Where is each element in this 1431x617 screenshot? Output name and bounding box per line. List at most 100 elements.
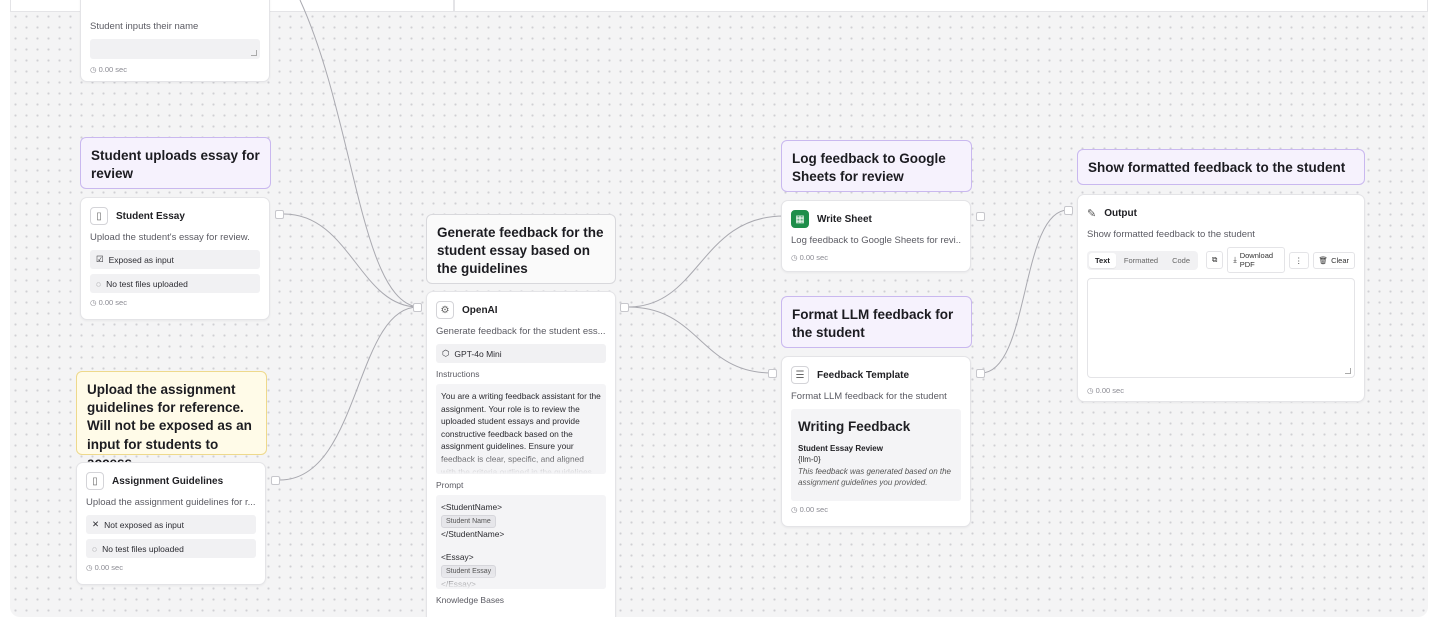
node-description: Log feedback to Google Sheets for revi..… — [791, 235, 961, 246]
name-input-field[interactable] — [90, 39, 260, 59]
instructions-text: You are a writing feedback assistant for… — [441, 391, 601, 474]
preview-variable: {llm-0} — [798, 455, 821, 464]
openai-node[interactable]: ⚙ OpenAI Generate feedback for the stude… — [426, 291, 616, 617]
variable-chip-student-essay[interactable]: Student Essay — [441, 565, 497, 579]
node-description: Format LLM feedback for the student — [791, 391, 947, 402]
prompt-line: </StudentName> — [441, 529, 505, 540]
write-sheet-node[interactable]: ▦ Write Sheet Log feedback to Google She… — [781, 200, 971, 272]
node-title: Output — [1104, 207, 1137, 219]
file-icon: ▯ — [90, 207, 108, 225]
instructions-field[interactable]: You are a writing feedback assistant for… — [436, 384, 606, 474]
note-template[interactable]: Format LLM feedback for the student — [781, 296, 972, 348]
note-student-essay[interactable]: Student uploads essay for review — [80, 137, 271, 189]
output-port[interactable] — [620, 303, 629, 312]
model-label: GPT-4o Mini — [454, 348, 502, 359]
preview-subheading: Student Essay Review — [798, 444, 883, 453]
node-description: Upload the student's essay for review. — [90, 232, 250, 243]
prompt-label: Prompt — [436, 480, 464, 490]
trash-icon: 🗑 — [1318, 255, 1329, 265]
dashed-circle-icon: ◌ — [96, 278, 102, 289]
kebab-icon: ⋮ — [1295, 255, 1303, 265]
copy-icon: ⧉ — [1212, 255, 1218, 264]
run-time: ◷ 0.00 sec — [1087, 386, 1124, 395]
exposed-label: Exposed as input — [108, 254, 174, 265]
run-time: ◷ 0.00 sec — [791, 253, 828, 262]
pencil-icon: ✎ — [1087, 207, 1097, 220]
prompt-line: <StudentName> — [441, 502, 502, 512]
assignment-guidelines-node[interactable]: ▯ Assignment Guidelines Upload the assig… — [76, 462, 266, 585]
note-text: Student uploads essay for review — [91, 148, 260, 182]
instructions-label: Instructions — [436, 369, 480, 379]
clear-label: Clear — [1331, 255, 1349, 265]
node-title: Write Sheet — [817, 213, 872, 225]
panel-edge-right — [454, 0, 1428, 12]
x-icon: ✕ — [92, 519, 100, 529]
test-files-status[interactable]: ◌ No test files uploaded — [90, 274, 260, 293]
test-files-status[interactable]: ◌ No test files uploaded — [86, 539, 256, 558]
note-text: Format LLM feedback for the student — [792, 307, 954, 341]
input-port[interactable] — [768, 369, 777, 378]
tab-text[interactable]: Text — [1089, 252, 1116, 268]
run-time: ◷ 0.00 sec — [90, 65, 127, 74]
model-selector[interactable]: ⬡ GPT-4o Mini — [436, 344, 606, 363]
note-output[interactable]: Show formatted feedback to the student — [1077, 149, 1365, 185]
student-essay-node[interactable]: ▯ Student Essay Upload the student's ess… — [80, 197, 270, 320]
download-pdf-button[interactable]: ⤓ Download PDF — [1227, 247, 1286, 273]
openai-icon: ⚙ — [436, 301, 454, 319]
download-label: Download PDF — [1239, 251, 1274, 269]
preview-heading: Writing Feedback — [798, 419, 911, 434]
template-icon: ☰ — [791, 366, 809, 384]
prompt-line: <Essay> — [441, 552, 474, 563]
node-description: Upload the assignment guidelines for r..… — [86, 497, 256, 508]
test-files-label: No test files uploaded — [102, 543, 184, 554]
node-title: Assignment Guidelines — [112, 475, 224, 487]
variable-chip-student-name[interactable]: Student Name — [441, 515, 496, 529]
input-port[interactable] — [413, 303, 422, 312]
note-text: Log feedback to Google Sheets for review — [792, 151, 946, 185]
exposed-status[interactable]: ☑ Exposed as input — [90, 250, 260, 269]
file-icon: ▯ — [86, 472, 104, 490]
prompt-line: </Essay> — [441, 579, 476, 589]
clear-button[interactable]: 🗑 Clear — [1312, 251, 1355, 269]
output-toolbar: Text Formatted Code ⧉ ⤓ Download PDF ⋮ 🗑… — [1087, 247, 1355, 273]
google-sheets-icon: ▦ — [791, 210, 809, 228]
output-port[interactable] — [271, 476, 280, 485]
node-title: Feedback Template — [817, 369, 910, 381]
output-node[interactable]: ✎ Output Show formatted feedback to the … — [1077, 194, 1365, 402]
run-time: ◷ 0.00 sec — [791, 505, 828, 514]
exposed-label: Not exposed as input — [104, 519, 184, 530]
more-options-button[interactable]: ⋮ — [1289, 251, 1309, 269]
node-description: Student inputs their name — [90, 21, 199, 32]
node-title: OpenAI — [462, 304, 498, 316]
output-port[interactable] — [976, 212, 985, 221]
template-preview[interactable]: Writing Feedback Student Essay Review {l… — [791, 409, 961, 501]
output-text-area[interactable] — [1087, 278, 1355, 378]
exposed-status[interactable]: ✕ Not exposed as input — [86, 515, 256, 534]
input-port[interactable] — [1064, 206, 1073, 215]
note-guidelines[interactable]: Upload the assignment guidelines for ref… — [76, 371, 267, 470]
node-title: Student Essay — [116, 210, 185, 222]
download-icon: ⤓ — [1233, 255, 1237, 264]
feedback-template-node[interactable]: ☰ Feedback Template Format LLM feedback … — [781, 356, 971, 527]
node-description: Show formatted feedback to the student — [1087, 229, 1255, 240]
preview-italic: This feedback was generated based on the… — [798, 467, 951, 488]
tab-code[interactable]: Code — [1166, 253, 1196, 268]
checkbox-icon: ☑ — [96, 254, 104, 264]
note-text: Generate feedback for the student essay … — [437, 225, 604, 277]
output-port[interactable] — [275, 210, 284, 219]
run-time: ◷ 0.00 sec — [90, 298, 127, 307]
cube-icon: ⬡ — [442, 348, 450, 358]
dashed-circle-icon: ◌ — [92, 543, 98, 554]
note-write-sheet[interactable]: Log feedback to Google Sheets for review — [781, 140, 972, 192]
run-time: ◷ 0.00 sec — [86, 563, 123, 572]
student-name-node[interactable]: Student inputs their name ◷ 0.00 sec — [80, 0, 270, 82]
output-port[interactable] — [976, 369, 985, 378]
note-text: Show formatted feedback to the student — [1088, 160, 1346, 175]
knowledge-bases-label: Knowledge Bases — [436, 595, 505, 605]
prompt-field[interactable]: <StudentName> Student Name </StudentName… — [436, 495, 606, 589]
copy-button[interactable]: ⧉ — [1206, 251, 1224, 269]
note-openai[interactable]: Generate feedback for the student essay … — [426, 214, 616, 284]
test-files-label: No test files uploaded — [106, 278, 188, 289]
tab-formatted[interactable]: Formatted — [1118, 253, 1164, 268]
output-view-tabs: Text Formatted Code — [1087, 250, 1198, 270]
